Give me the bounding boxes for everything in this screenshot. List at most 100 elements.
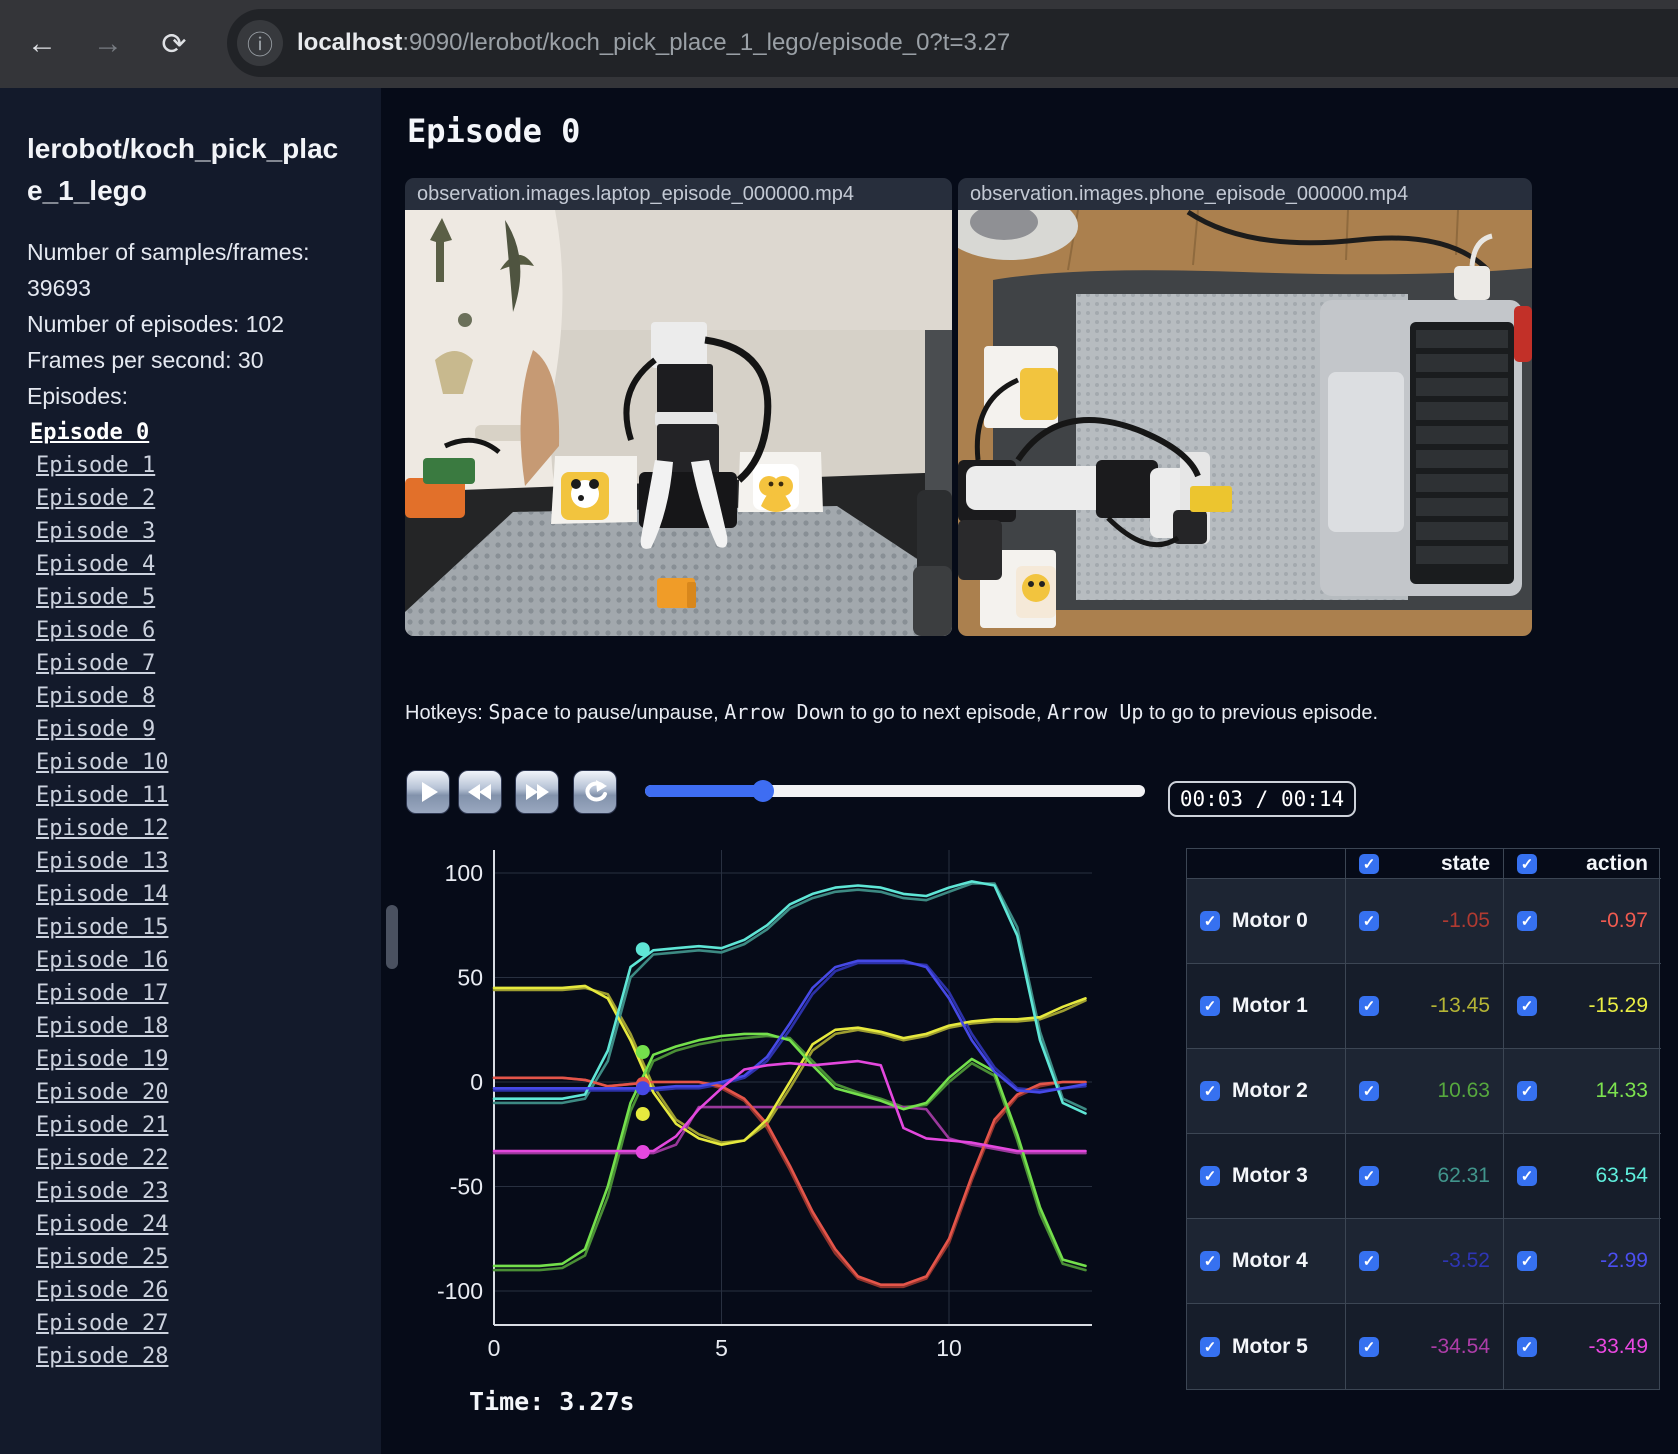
sidebar-episode-link[interactable]: Episode 1: [36, 449, 155, 482]
sidebar-episode-link[interactable]: Episode 4: [36, 548, 155, 581]
sidebar-episode-link[interactable]: Episode 6: [36, 614, 155, 647]
sidebar-episode-link[interactable]: Episode 9: [36, 713, 155, 746]
action-column-checkbox[interactable]: [1517, 853, 1537, 874]
motor-table-header: state action: [1187, 849, 1661, 879]
browser-back-icon[interactable]: ←: [22, 24, 62, 64]
state-value-checkbox[interactable]: [1359, 911, 1379, 931]
action-column-label: action: [1586, 851, 1648, 875]
stat-line: Number of episodes: 102: [27, 311, 284, 337]
y-tick-label: -100: [437, 1278, 483, 1304]
state-value: -34.54: [1430, 1334, 1490, 1358]
table-row: Motor 1 -13.45 -15.29: [1187, 964, 1661, 1049]
url-text[interactable]: localhost:9090/lerobot/koch_pick_place_1…: [297, 29, 1010, 57]
y-tick-label: -50: [450, 1174, 483, 1200]
url-host: localhost: [297, 29, 403, 56]
sidebar-episode-link[interactable]: Episode 0: [30, 416, 149, 449]
action-value-checkbox[interactable]: [1517, 1081, 1537, 1101]
motor-timeseries-chart: 100 50 0 -50 -100 0 5 10 Time: 3.27s: [437, 850, 1092, 1416]
action-value: -0.97: [1600, 909, 1648, 932]
motor-table: state action Motor 0 -1.05 -0.97 Motor 1 -13…: [1186, 848, 1661, 1390]
sidebar-episode-link[interactable]: Episode 3: [36, 515, 155, 548]
state-value-checkbox[interactable]: [1359, 1336, 1379, 1357]
sidebar-episode-link[interactable]: Episode 8: [36, 680, 155, 713]
motor-row-checkbox[interactable]: [1200, 1336, 1220, 1357]
sidebar-episode-link[interactable]: Episode 20: [36, 1076, 168, 1109]
trackpad: [1328, 372, 1404, 532]
sidebar-episode-link[interactable]: Episode 10: [36, 746, 168, 779]
video-caption-laptop: observation.images.laptop_episode_000000…: [405, 178, 952, 210]
page-title: Episode 0: [407, 112, 581, 150]
series-motor-4-action: [492, 959, 1087, 1094]
x-tick-label: 10: [936, 1335, 962, 1361]
table-row: Motor 3 62.31 63.54: [1187, 1134, 1661, 1219]
sidebar-episode-link[interactable]: Episode 13: [36, 845, 168, 878]
action-value-checkbox[interactable]: [1517, 911, 1537, 931]
state-value-checkbox[interactable]: [1359, 1251, 1379, 1271]
header-state-cell: state: [1346, 849, 1504, 879]
motor-row-checkbox[interactable]: [1200, 996, 1220, 1016]
site-info-icon[interactable]: ⓘ: [237, 20, 283, 66]
y-tick-label: 0: [470, 1069, 483, 1095]
motor-row-checkbox[interactable]: [1200, 1251, 1220, 1271]
sidebar-episode-link[interactable]: Episode 25: [36, 1241, 168, 1274]
motor-label: Motor 4: [1232, 1249, 1308, 1272]
state-value-checkbox[interactable]: [1359, 1166, 1379, 1186]
main-content: Episode 0 observation.images.laptop_epis…: [381, 88, 1678, 1454]
dataset-title: lerobot/koch_pick_place_1_lego: [27, 133, 339, 206]
action-value: -2.99: [1600, 1249, 1648, 1272]
sidebar-episode-link[interactable]: Episode 7: [36, 647, 155, 680]
table-row: Motor 4 -3.52 -2.99: [1187, 1219, 1661, 1304]
sidebar-episode-link[interactable]: Episode 28: [36, 1340, 168, 1373]
browser-forward-icon[interactable]: →: [88, 24, 128, 64]
motor-label: Motor 0: [1232, 909, 1308, 932]
browser-reload-icon[interactable]: ⟳: [154, 24, 194, 64]
hotkeys-help-text: Hotkeys: Space to pause/unpause, Arrow D…: [405, 700, 1378, 725]
hotkey-key: Arrow Up: [1047, 700, 1144, 724]
current-time-marker: [635, 1144, 650, 1159]
stat-line: Number of samples/frames: 39693: [27, 239, 310, 301]
series-motor-0-action: [492, 1076, 1087, 1287]
chart-time-label: Time: 3.27s: [469, 1387, 635, 1416]
state-value: 62.31: [1437, 1164, 1490, 1187]
sidebar-episode-link[interactable]: Episode 27: [36, 1307, 168, 1340]
motor-label: Motor 5: [1232, 1334, 1308, 1358]
playback-time: 00:03 / 00:14: [1168, 781, 1356, 817]
panda-box: [551, 456, 637, 524]
sidebar-episode-link[interactable]: Episode 26: [36, 1274, 168, 1307]
browser-toolbar: ← → ⟳ ⓘ localhost:9090/lerobot/koch_pick…: [0, 0, 1678, 88]
action-value-checkbox[interactable]: [1517, 1251, 1537, 1271]
video-frame-phone-camera: [958, 210, 1532, 636]
action-value-checkbox[interactable]: [1517, 1336, 1537, 1357]
browser-address-bar[interactable]: ⓘ localhost:9090/lerobot/koch_pick_place…: [227, 9, 1678, 77]
sidebar-episode-link[interactable]: Episode 11: [36, 779, 168, 812]
episode-list: Episode 0 Episode 1 Episode 2 Episode 3 Epis…: [30, 416, 381, 1373]
state-value: -3.52: [1442, 1249, 1490, 1272]
sidebar-episode-link[interactable]: Episode 21: [36, 1109, 168, 1142]
current-time-marker: [635, 1081, 650, 1096]
red-object: [1514, 306, 1532, 362]
sidebar-episode-link[interactable]: Episode 22: [36, 1142, 168, 1175]
action-value-checkbox[interactable]: [1517, 996, 1537, 1016]
action-value-checkbox[interactable]: [1517, 1166, 1537, 1186]
sidebar-episode-link[interactable]: Episode 17: [36, 977, 168, 1010]
sidebar-episode-link[interactable]: Episode 2: [36, 482, 155, 515]
motor-row-checkbox[interactable]: [1200, 1166, 1220, 1186]
motor-label: Motor 3: [1232, 1164, 1308, 1187]
sidebar-episode-link[interactable]: Episode 23: [36, 1175, 168, 1208]
sidebar-episode-link[interactable]: Episode 24: [36, 1208, 168, 1241]
motor-label: Motor 1: [1232, 994, 1308, 1017]
sidebar-episode-link[interactable]: Episode 14: [36, 878, 168, 911]
state-value-checkbox[interactable]: [1359, 996, 1379, 1016]
sidebar-episode-link[interactable]: Episode 15: [36, 911, 168, 944]
state-column-checkbox[interactable]: [1359, 853, 1379, 874]
motor-row-checkbox[interactable]: [1200, 1081, 1220, 1101]
sidebar-episode-link[interactable]: Episode 19: [36, 1043, 168, 1076]
sidebar-episode-link[interactable]: Episode 16: [36, 944, 168, 977]
sidebar-episode-link[interactable]: Episode 5: [36, 581, 155, 614]
state-value-checkbox[interactable]: [1359, 1081, 1379, 1101]
sidebar-episode-link[interactable]: Episode 12: [36, 812, 168, 845]
motor-row-checkbox[interactable]: [1200, 911, 1220, 931]
current-time-marker: [635, 942, 650, 957]
sidebar-episode-link[interactable]: Episode 18: [36, 1010, 168, 1043]
state-value: 10.63: [1437, 1079, 1490, 1102]
